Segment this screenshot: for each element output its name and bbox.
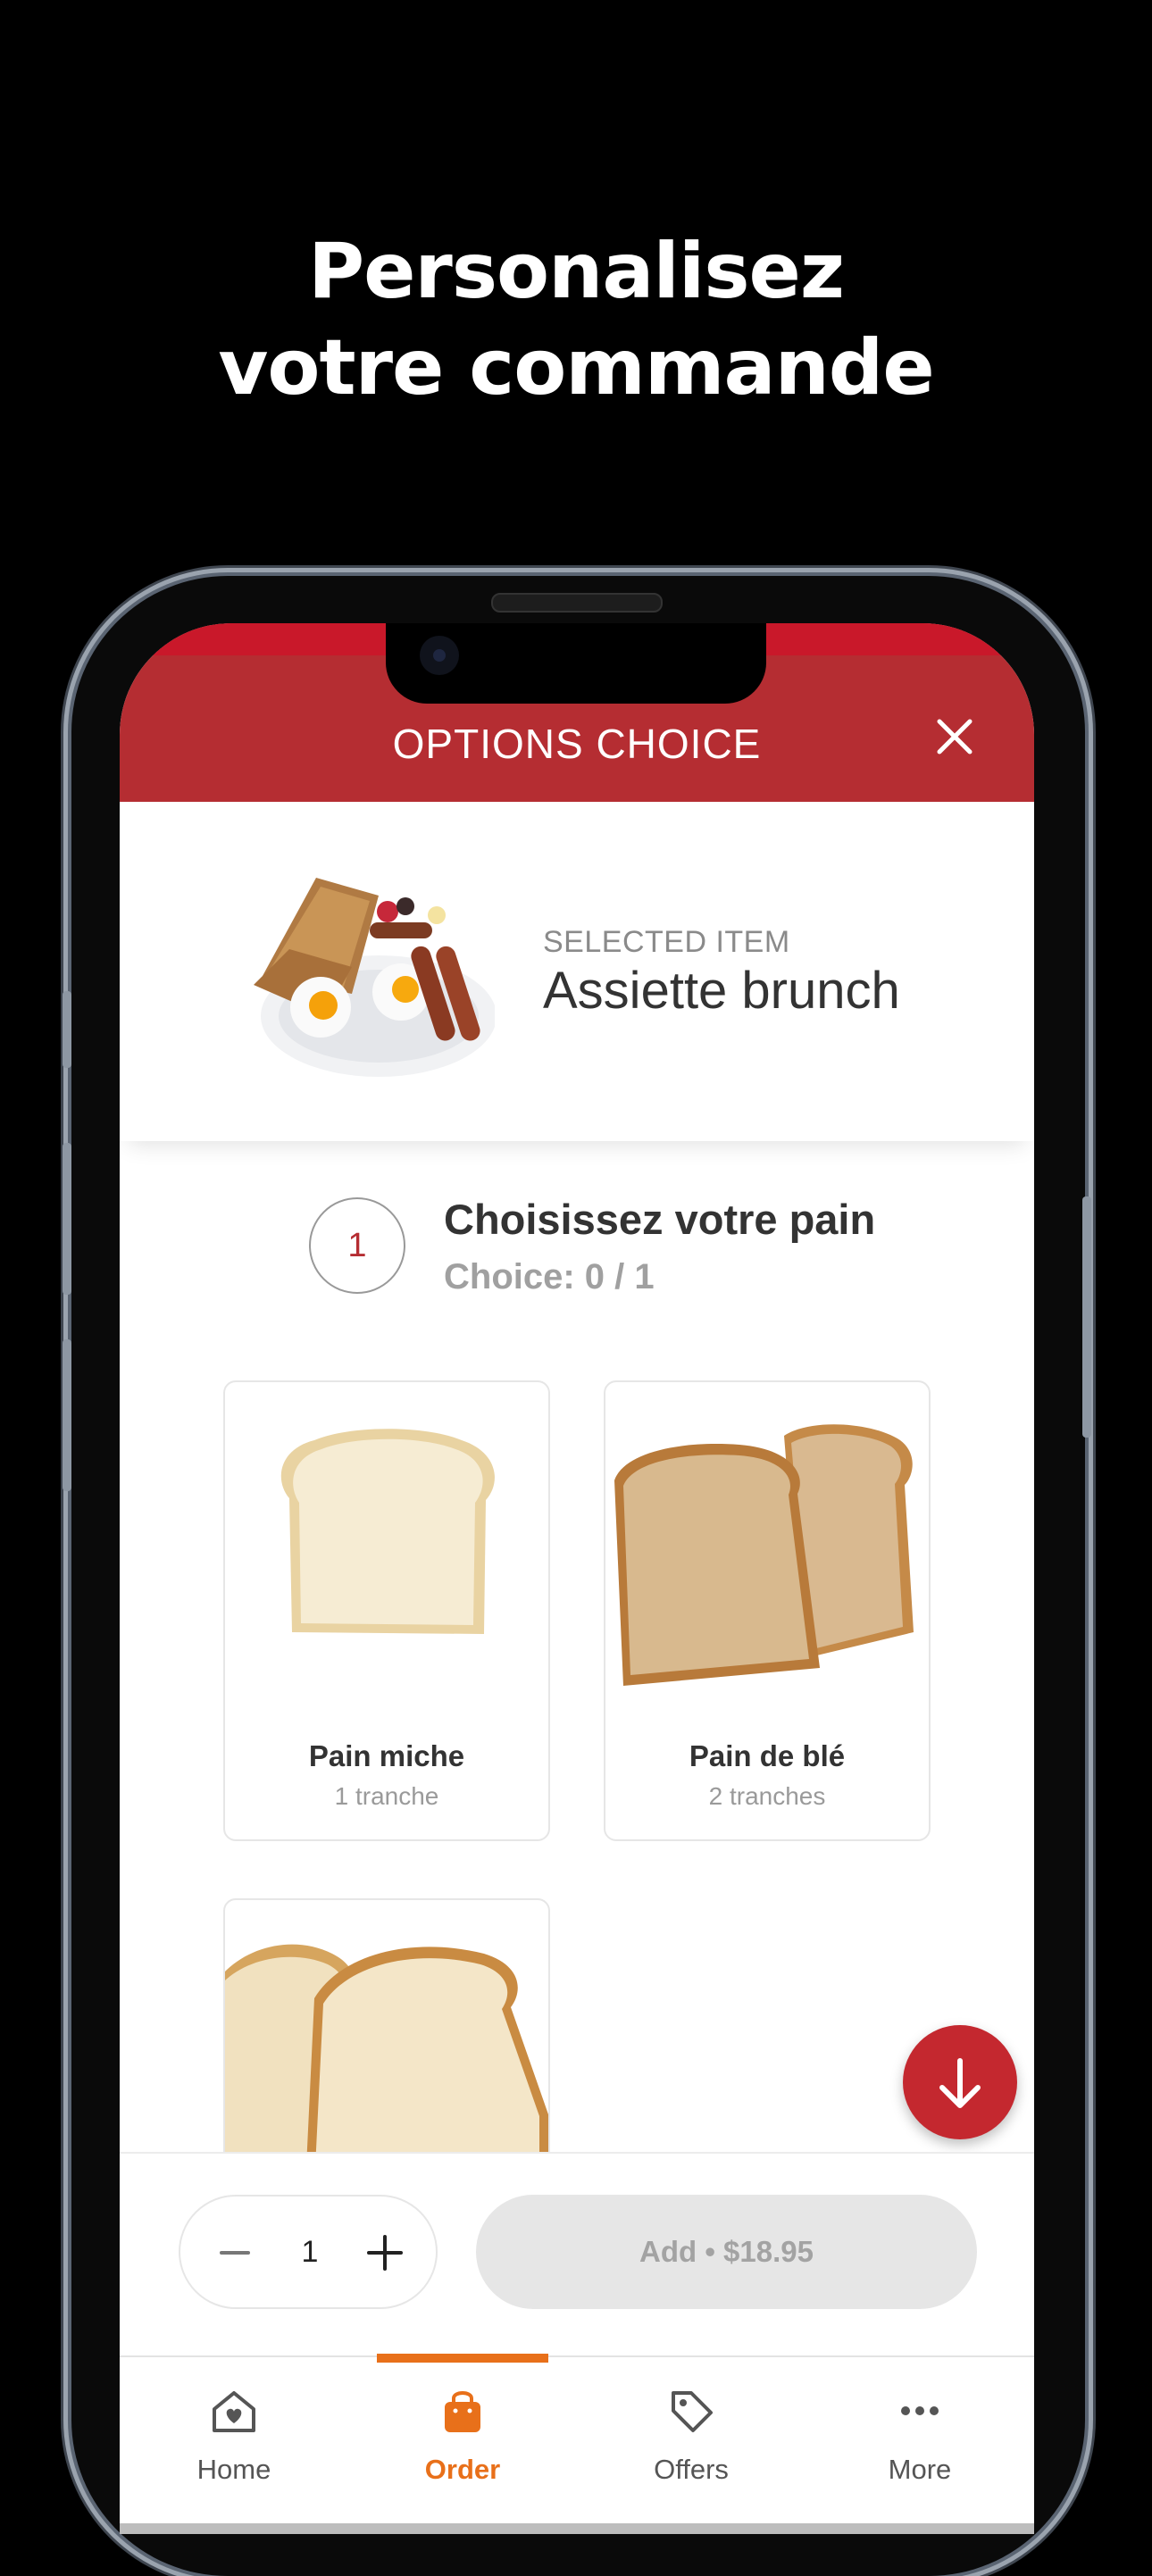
marketing-headline: Personalisez votre commande: [0, 223, 1152, 416]
phone-side-button: [63, 991, 71, 1068]
option-group-number: 1: [309, 1197, 405, 1294]
phone-side-button: [63, 1339, 71, 1491]
add-to-order-button[interactable]: Add • $18.95: [476, 2195, 977, 2309]
shopping-bag-icon: [445, 2391, 480, 2432]
tab-label: Home: [196, 2454, 271, 2485]
tab-home[interactable]: Home: [120, 2357, 348, 2518]
tab-label: Order: [424, 2454, 501, 2485]
tab-more[interactable]: More: [806, 2357, 1034, 2518]
phone-camera: [420, 636, 459, 675]
tab-label: Offers: [654, 2454, 729, 2485]
arrow-down-icon: [939, 2058, 981, 2108]
phone-side-button: [1082, 1196, 1091, 1438]
more-dots-icon: [901, 2406, 939, 2415]
home-indicator: [120, 2523, 1034, 2534]
plus-icon: [367, 2235, 403, 2271]
increase-button[interactable]: [355, 2223, 414, 2282]
option-card-pain-miche[interactable]: Pain miche 1 tranche: [223, 1380, 550, 1841]
quantity-stepper: 1: [179, 2195, 438, 2309]
selected-item-name: Assiette brunch: [543, 962, 900, 1020]
modal-title: OPTIONS CHOICE: [392, 721, 762, 767]
order-actions: 1 Add • $18.95: [120, 2152, 1034, 2357]
option-name: Pain miche: [308, 1739, 465, 1772]
option-detail: 2 tranches: [708, 1782, 826, 1810]
close-icon: [937, 719, 973, 754]
selected-item-label: SELECTED ITEM: [543, 925, 790, 959]
wheat-bread-image: [614, 1424, 914, 1686]
scroll-down-button[interactable]: [903, 2025, 1017, 2139]
white-bread-slice-image: [280, 1429, 495, 1634]
headline-line-2: votre commande: [218, 323, 934, 413]
quantity-value: 1: [301, 2235, 319, 2269]
home-heart-icon: [213, 2391, 255, 2432]
close-button[interactable]: [923, 705, 986, 768]
option-group-choice-count: Choice: 0 / 1: [444, 1257, 655, 1296]
tab-label: More: [888, 2454, 952, 2485]
tab-offers[interactable]: Offers: [577, 2357, 806, 2518]
brunch-plate-image: [254, 878, 495, 1077]
minus-icon: [220, 2251, 250, 2255]
option-card-pain-de-ble[interactable]: Pain de blé 2 tranches: [604, 1380, 931, 1841]
app-screen: OPTIONS CHOICE SELECTED ITEM Assiette br…: [120, 623, 1034, 2534]
decrease-button[interactable]: [205, 2223, 264, 2282]
option-name: Pain de blé: [689, 1739, 846, 1772]
bottom-tab-bar: Home Order Offers More: [120, 2354, 1034, 2534]
headline-line-1: Personalisez: [308, 227, 845, 316]
option-detail: 1 tranche: [334, 1782, 439, 1810]
tag-icon: [672, 2391, 713, 2432]
option-group-title: Choisissez votre pain: [444, 1196, 876, 1243]
phone-speaker: [491, 593, 663, 613]
selected-item-panel: SELECTED ITEM Assiette brunch: [120, 802, 1034, 1141]
phone-side-button: [63, 1143, 71, 1295]
tab-order[interactable]: Order: [348, 2357, 577, 2518]
